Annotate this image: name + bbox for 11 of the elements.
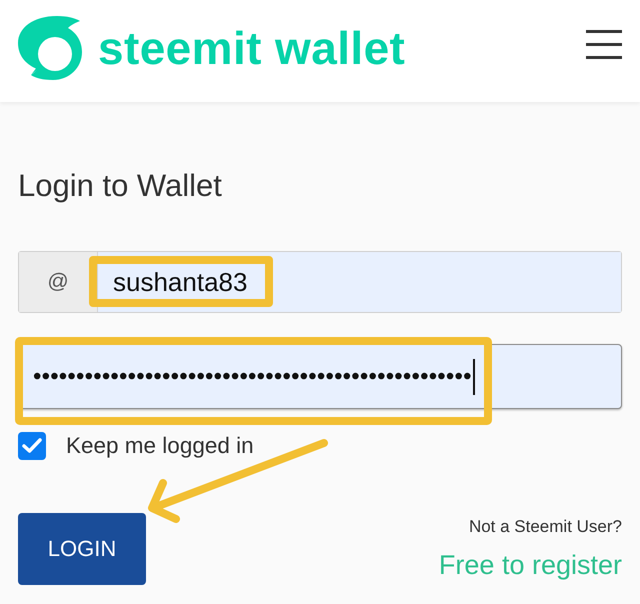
login-button[interactable]: LOGIN (18, 512, 146, 585)
checkbox-label: Keep me logged in (66, 432, 254, 460)
text-cursor (472, 358, 475, 394)
at-prefix: @ (19, 252, 98, 312)
checkmark-icon (22, 438, 42, 454)
signup-prompt: Not a Steemit User? (468, 516, 622, 538)
page-title: Login to Wallet (18, 168, 223, 204)
speech-bubble-logo-icon (17, 15, 83, 81)
username-field[interactable]: @ sushanta83 (18, 251, 622, 313)
keep-logged-in-checkbox[interactable] (18, 432, 46, 460)
menu-icon[interactable] (586, 30, 622, 58)
